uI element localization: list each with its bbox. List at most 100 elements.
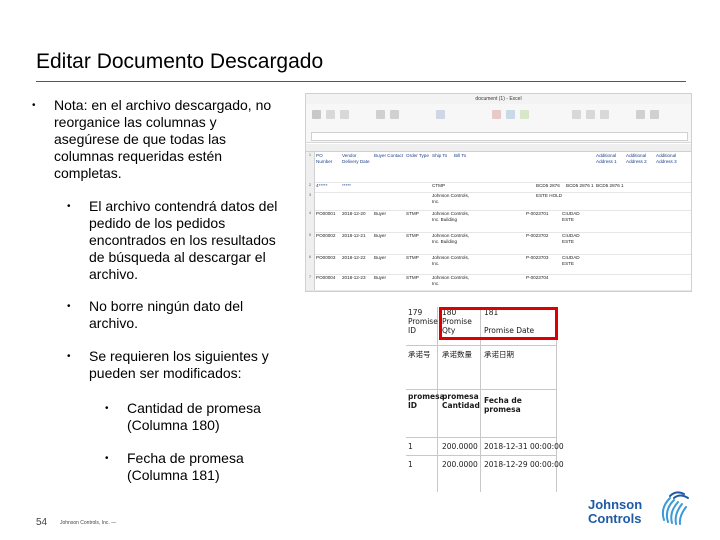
cell[interactable]: Additional Address 1 xyxy=(596,153,624,164)
cell[interactable]: Additional Address 2 xyxy=(626,153,654,164)
table-row[interactable]: 1 PO Number Vendor Delivery Date Buyer C… xyxy=(306,152,691,183)
format-table-icon[interactable] xyxy=(506,110,515,119)
cell[interactable]: Buyer xyxy=(374,211,404,217)
font-icon[interactable] xyxy=(326,110,335,119)
cell[interactable]: P-0023704 xyxy=(526,275,556,281)
cell[interactable]: 2018-12-23 xyxy=(342,275,372,281)
cell[interactable]: Buyer xyxy=(374,233,404,239)
row-divider xyxy=(406,437,556,438)
cell[interactable]: CTMP xyxy=(432,183,452,189)
row1-promise-date: 2018-12-31 00:00:00 xyxy=(484,442,564,451)
excel-screenshot: document (1) - Excel 1 PO Number Vendor … xyxy=(305,93,692,292)
cell[interactable]: 4***** xyxy=(316,183,340,189)
cell[interactable]: ***** xyxy=(342,183,372,189)
cell[interactable]: STMP xyxy=(406,211,426,217)
cell[interactable]: Order Type xyxy=(406,153,430,159)
row2-promise-id: 1 xyxy=(408,460,413,469)
paste-icon[interactable] xyxy=(312,110,321,119)
cell[interactable]: STMP xyxy=(406,275,426,281)
cell[interactable]: Buyer xyxy=(374,275,404,281)
cell[interactable]: Buyer Contact xyxy=(374,153,404,159)
bullet-promise-date-text: Fecha de promesa (Columna 181) xyxy=(127,450,244,483)
bullet-dot-icon: • xyxy=(67,301,71,312)
cell[interactable]: P-0023703 xyxy=(526,255,556,261)
cell[interactable]: P-0023701 xyxy=(526,211,556,217)
table-row[interactable]: 5 PO00002 2018-12-21 Buyer STMP Johnson … xyxy=(306,232,691,255)
cell[interactable]: 2018-12-20 xyxy=(342,211,372,217)
cell[interactable]: PO00002 xyxy=(316,233,340,239)
row-divider xyxy=(406,455,556,456)
find-select-icon[interactable] xyxy=(650,110,659,119)
table-row[interactable]: 7 PO00004 2018-12-23 Buyer STMP Johnson … xyxy=(306,274,691,291)
bold-icon[interactable] xyxy=(340,110,349,119)
table-row[interactable]: 6 PO00003 2018-12-22 Buyer STMP Johnson … xyxy=(306,254,691,275)
bullet-no-delete-text: No borre ningún dato del archivo. xyxy=(89,298,244,331)
cell[interactable]: BCD5 2876 1 xyxy=(596,183,624,189)
cell[interactable]: Johnson Controls, Inc. xyxy=(432,255,472,266)
cell[interactable]: 2018-12-21 xyxy=(342,233,372,239)
page-number: 54 xyxy=(36,517,48,528)
row-divider xyxy=(406,345,556,346)
row2-promise-qty: 200.0000 xyxy=(442,460,478,469)
zoomed-promise-columns: 179 180 181 Promise ID Promise Qty Promi… xyxy=(406,307,566,492)
row1-promise-qty: 200.0000 xyxy=(442,442,478,451)
cell[interactable]: PO Number xyxy=(316,153,340,164)
cell[interactable]: BCD5 2876 1 xyxy=(566,183,594,189)
row-number: 3 xyxy=(306,192,315,210)
wrap-text-icon[interactable] xyxy=(390,110,399,119)
align-icon[interactable] xyxy=(376,110,385,119)
cell[interactable]: 2018-12-22 xyxy=(342,255,372,261)
column-header-bar xyxy=(306,144,691,152)
cell-styles-icon[interactable] xyxy=(520,110,529,119)
cell[interactable]: CIUDAD ESTE xyxy=(562,255,592,266)
cell[interactable]: CIUDAD ESTE xyxy=(562,211,592,222)
row1-promise-id: 1 xyxy=(408,442,413,451)
excel-grid: 1 PO Number Vendor Delivery Date Buyer C… xyxy=(306,144,691,291)
zh-header-promise-qty: 承诺数量 xyxy=(442,350,472,359)
johnson-controls-logo: Johnson Controls xyxy=(588,488,698,534)
row-number: 1 xyxy=(306,152,315,182)
cell[interactable]: P-0023702 xyxy=(526,233,556,239)
table-row[interactable]: 4 PO00001 2018-12-20 Buyer STMP Johnson … xyxy=(306,210,691,233)
bullet-required: • Se requieren los siguientes y pueden s… xyxy=(67,348,279,382)
table-row[interactable]: 3 Johnson Controls, Inc. ESTE HOLD xyxy=(306,192,691,211)
es-header-promise-date: Fecha de promesa xyxy=(484,396,522,414)
row-divider xyxy=(406,389,556,390)
number-format-icon[interactable] xyxy=(436,110,445,119)
cell[interactable]: BCD5 2876 xyxy=(536,183,564,189)
cell[interactable]: Johnson Controls, Inc. xyxy=(432,193,472,204)
bullet-dot-icon: • xyxy=(105,403,109,414)
bullet-dot-icon: • xyxy=(105,453,109,464)
highlight-box xyxy=(439,307,558,340)
sort-filter-icon[interactable] xyxy=(636,110,645,119)
bullet-file-contents: • El archivo contendrá datos del pedido … xyxy=(67,198,284,283)
format-icon[interactable] xyxy=(600,110,609,119)
cell[interactable]: ESTE HOLD xyxy=(536,193,576,199)
cell[interactable]: Vendor Delivery Date xyxy=(342,153,372,164)
delete-icon[interactable] xyxy=(586,110,595,119)
conditional-format-icon[interactable] xyxy=(492,110,501,119)
cell[interactable]: Ship To xyxy=(432,153,452,159)
logo-line-1: Johnson xyxy=(588,497,643,512)
cell[interactable]: Johnson Controls, Inc. Building xyxy=(432,233,472,244)
logo-wordmark: Johnson Controls xyxy=(588,498,642,526)
row-number: 7 xyxy=(306,274,315,290)
cell[interactable]: STMP xyxy=(406,255,426,261)
cell[interactable]: Johnson Controls, Inc. xyxy=(432,275,472,286)
cell[interactable]: CIUDAD ESTE xyxy=(562,233,592,244)
cell[interactable]: PO00004 xyxy=(316,275,340,281)
formula-bar[interactable] xyxy=(311,132,688,141)
footer-text: Johnson Controls, Inc. — xyxy=(60,520,117,526)
bullet-note: • Nota: en el archivo descargado, no reo… xyxy=(32,97,284,182)
cell[interactable]: STMP xyxy=(406,233,426,239)
cell[interactable]: Buyer xyxy=(374,255,404,261)
bullet-dot-icon: • xyxy=(67,201,71,212)
cell[interactable]: PO00003 xyxy=(316,255,340,261)
cell[interactable]: PO00001 xyxy=(316,211,340,217)
cell[interactable]: Additional Address 3 xyxy=(656,153,686,164)
slide-title: Editar Documento Descargado xyxy=(36,50,324,73)
logo-line-2: Controls xyxy=(588,511,642,526)
insert-icon[interactable] xyxy=(572,110,581,119)
cell[interactable]: Johnson Controls, Inc. Building xyxy=(432,211,472,222)
cell[interactable]: Bill To xyxy=(454,153,484,159)
